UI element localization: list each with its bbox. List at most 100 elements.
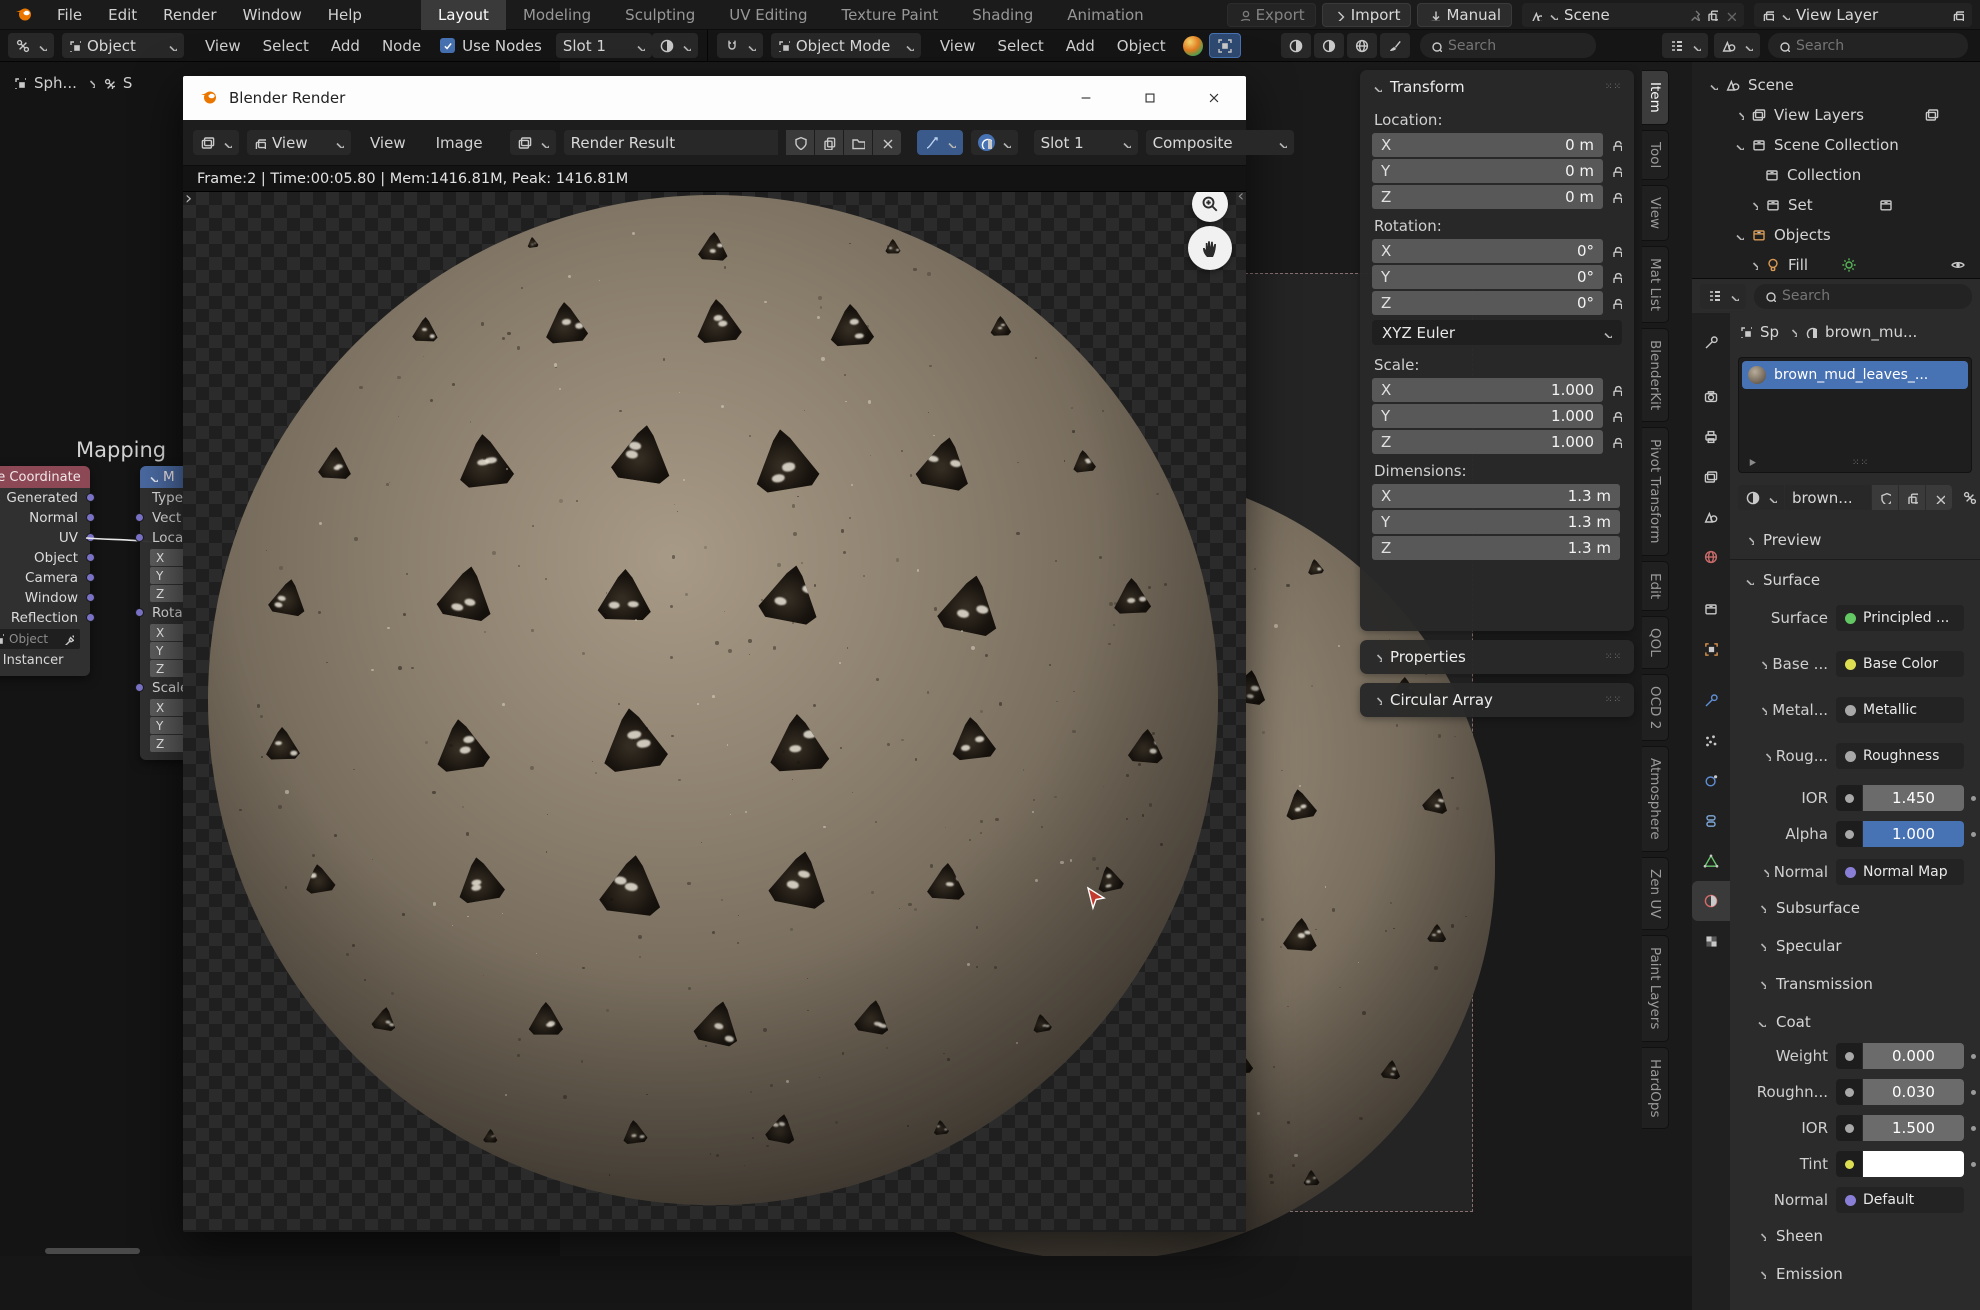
object-eyedropper-field[interactable]: Object: [0, 629, 80, 649]
expand-arrow-icon[interactable]: [1747, 457, 1758, 468]
coat-weight-socket[interactable]: [1836, 1043, 1862, 1069]
normal-label[interactable]: Normal: [1730, 863, 1828, 881]
rotation-y-field[interactable]: Y0°: [1372, 265, 1603, 289]
import-button[interactable]: Import: [1322, 3, 1412, 27]
outliner-row-scene[interactable]: Scene: [1692, 70, 1980, 100]
material-preview-sphere-icon[interactable]: [1183, 36, 1203, 56]
dim-z-field[interactable]: Z1.3 m: [1372, 536, 1620, 560]
roughness-input[interactable]: Roughness: [1836, 743, 1964, 769]
material-name-field[interactable]: brown...: [1785, 485, 1871, 510]
maximize-button[interactable]: [1118, 76, 1182, 120]
lock-icon[interactable]: [1610, 410, 1622, 422]
shading-wireframe-button[interactable]: [1281, 33, 1311, 58]
preview-section-header[interactable]: Preview: [1744, 531, 1821, 549]
tab-mat-list[interactable]: Mat List: [1642, 246, 1669, 323]
new-material-button[interactable]: [1899, 485, 1925, 510]
ptab-view-layer[interactable]: [1692, 457, 1730, 497]
lock-icon[interactable]: [1610, 245, 1622, 257]
mode-dropdown[interactable]: Object Mode: [771, 33, 921, 58]
preview-type-dropdown[interactable]: [652, 33, 698, 58]
coat-tint-socket[interactable]: [1836, 1151, 1862, 1177]
unlink-image-button[interactable]: [873, 130, 901, 155]
tab-qol[interactable]: QOL: [1642, 616, 1669, 669]
blender-logo-icon[interactable]: [14, 3, 34, 27]
panel-grip[interactable]: ⁙⁙: [1605, 84, 1622, 90]
viewport-search-input[interactable]: [1448, 38, 1558, 54]
new-image-button[interactable]: [815, 130, 843, 155]
specular-section[interactable]: Specular: [1756, 937, 1842, 955]
workspace-tab-uv-editing[interactable]: UV Editing: [712, 0, 824, 30]
ptab-object[interactable]: [1692, 629, 1730, 669]
tab-tool[interactable]: Tool: [1642, 130, 1669, 180]
menu-render[interactable]: Render: [150, 6, 229, 24]
view3d-menu-add[interactable]: Add: [1055, 37, 1106, 55]
coat-ior-socket[interactable]: [1836, 1115, 1862, 1141]
view3d-menu-select[interactable]: Select: [986, 37, 1054, 55]
surface-shader-dropdown[interactable]: Principled ...: [1836, 605, 1964, 631]
ptab-render[interactable]: [1692, 377, 1730, 417]
socket-generated[interactable]: Generated: [0, 488, 90, 508]
open-image-button[interactable]: [844, 130, 872, 155]
ptab-output[interactable]: [1692, 417, 1730, 457]
scale-z-field[interactable]: Z1.000: [1372, 430, 1603, 454]
menu-edit[interactable]: Edit: [95, 6, 150, 24]
outliner-search[interactable]: [1768, 33, 1968, 58]
socket-object[interactable]: Object: [0, 548, 90, 568]
workspace-tab-texture-paint[interactable]: Texture Paint: [824, 0, 955, 30]
fake-user-button[interactable]: [786, 130, 814, 155]
ptab-particles[interactable]: [1692, 721, 1730, 761]
browse-image-button[interactable]: [510, 130, 556, 155]
image-menu-image[interactable]: Image: [425, 134, 494, 152]
shader-editor-type-button[interactable]: [8, 33, 54, 58]
alpha-socket[interactable]: [1836, 821, 1862, 847]
ptab-constraints[interactable]: [1692, 801, 1730, 841]
coat-weight-slider[interactable]: 0.000: [1863, 1043, 1964, 1069]
rotation-x-field[interactable]: X0°: [1372, 239, 1603, 263]
metallic-label[interactable]: Metal...: [1730, 701, 1828, 719]
ptab-physics[interactable]: [1692, 761, 1730, 801]
menu-window[interactable]: Window: [230, 6, 315, 24]
list-grip[interactable]: ⁙⁙: [1852, 460, 1869, 466]
menu-file[interactable]: File: [44, 6, 95, 24]
transmission-section[interactable]: Transmission: [1756, 975, 1873, 993]
location-z-field[interactable]: Z0 m: [1372, 185, 1603, 209]
ior-slider[interactable]: 1.450: [1863, 785, 1964, 811]
sheen-section[interactable]: Sheen: [1756, 1227, 1823, 1245]
tab-edit[interactable]: Edit: [1642, 561, 1669, 611]
ptab-scene[interactable]: [1692, 497, 1730, 537]
dim-x-field[interactable]: X1.3 m: [1372, 484, 1620, 508]
region-expand-left-icon[interactable]: ›: [185, 192, 192, 209]
shader-menu-view[interactable]: View: [194, 37, 252, 55]
properties-region[interactable]: Sp brown_mu... brown_mud_leaves_... ⁙⁙ b…: [1692, 278, 1980, 1310]
overlays-dropdown[interactable]: [971, 130, 1018, 155]
dim-y-field[interactable]: Y1.3 m: [1372, 510, 1620, 534]
shading-solid-button[interactable]: [1314, 33, 1344, 58]
socket-camera[interactable]: Camera: [0, 568, 90, 588]
render-window[interactable]: Blender Render View View Image Render Re…: [183, 76, 1246, 1232]
coat-section[interactable]: Coat: [1756, 1013, 1811, 1031]
coat-roughness-slider[interactable]: 0.030: [1863, 1079, 1964, 1105]
minimize-button[interactable]: [1054, 76, 1118, 120]
outliner-region[interactable]: Scene View Layers Scene Collection Colle…: [1692, 62, 1980, 278]
roughness-label[interactable]: Roug...: [1730, 747, 1828, 765]
subsurface-section[interactable]: Subsurface: [1756, 899, 1860, 917]
panel-grip[interactable]: ⁙⁙: [1605, 654, 1622, 660]
shading-material-button[interactable]: [1347, 33, 1377, 58]
toggle-overlays-button[interactable]: [1209, 33, 1241, 58]
shader-menu-node[interactable]: Node: [371, 37, 432, 55]
texture-coordinate-node[interactable]: ure Coordinate Generated Normal UV Objec…: [0, 466, 90, 676]
rotation-z-field[interactable]: Z0°: [1372, 291, 1603, 315]
outliner-row-set[interactable]: Set: [1692, 190, 1980, 220]
scale-x-field[interactable]: X1.000: [1372, 378, 1603, 402]
circular-array-panel-collapsed[interactable]: Circular Array⁙⁙: [1360, 683, 1634, 717]
view3d-menu-object[interactable]: Object: [1106, 37, 1177, 55]
render-window-titlebar[interactable]: Blender Render: [183, 76, 1246, 120]
lock-icon[interactable]: [1610, 297, 1622, 309]
tab-paint-layers[interactable]: Paint Layers: [1642, 935, 1669, 1041]
coat-ior-slider[interactable]: 1.500: [1863, 1115, 1964, 1141]
render-canvas[interactable]: › ‹: [183, 192, 1246, 1230]
shader-menu-add[interactable]: Add: [320, 37, 371, 55]
image-editor-type-button[interactable]: [193, 130, 239, 155]
outliner-filter-dropdown[interactable]: [1714, 33, 1760, 58]
coat-roughness-socket[interactable]: [1836, 1079, 1862, 1105]
